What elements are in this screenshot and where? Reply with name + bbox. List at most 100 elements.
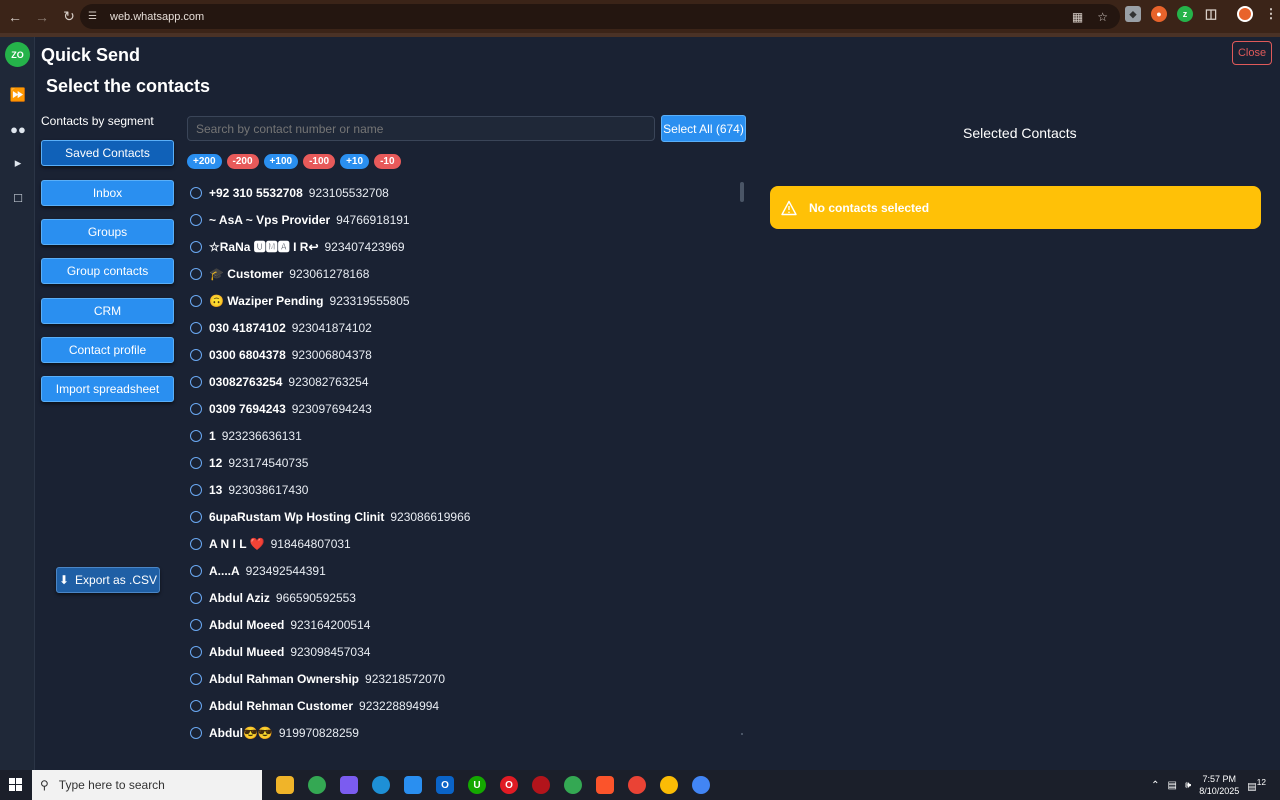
contact-radio[interactable] — [190, 429, 202, 442]
contact-row[interactable]: 1 923236636131 — [187, 422, 747, 449]
browser-menu-icon[interactable]: ⋮ — [1263, 6, 1279, 22]
contact-radio[interactable] — [190, 699, 202, 712]
store-icon[interactable] — [404, 776, 422, 794]
contact-row[interactable]: A N I L ❤️ 918464807031 — [187, 530, 747, 557]
chrome-alt3-icon[interactable] — [692, 776, 710, 794]
list-scrollbar[interactable] — [740, 182, 744, 202]
profile-avatar[interactable] — [1237, 6, 1253, 22]
red-app-icon[interactable] — [532, 776, 550, 794]
saved-contacts-button[interactable]: Saved Contacts — [41, 140, 174, 166]
copilot-icon[interactable] — [340, 776, 358, 794]
contact-row[interactable]: 13 923038617430 — [187, 476, 747, 503]
contact-radio[interactable] — [190, 321, 202, 334]
clock[interactable]: 7:57 PM 8/10/2025 — [1199, 773, 1239, 797]
pill-minus-200[interactable]: -200 — [226, 154, 259, 169]
contact-radio[interactable] — [190, 645, 202, 658]
group-contacts-button[interactable]: Group contacts — [41, 258, 174, 284]
contact-radio[interactable] — [190, 375, 202, 388]
select-all-button[interactable]: Select All (674) — [661, 115, 746, 142]
contact-row[interactable]: 030 41874102 923041874102 — [187, 314, 747, 341]
contact-radio[interactable] — [190, 726, 202, 739]
contact-radio[interactable] — [190, 456, 202, 469]
green-extension-icon[interactable]: z — [1177, 6, 1193, 22]
contact-row[interactable]: 0309 7694243 923097694243 — [187, 395, 747, 422]
contact-row[interactable]: 03082763254 923082763254 — [187, 368, 747, 395]
contact-row[interactable]: +92 310 5532708 923105532708 — [187, 179, 747, 206]
brave-icon[interactable] — [596, 776, 614, 794]
contact-radio[interactable] — [190, 564, 202, 577]
puzzle-extensions-icon[interactable]: ◫ — [1203, 6, 1219, 22]
outlook-icon[interactable]: O — [436, 776, 454, 794]
contact-radio[interactable] — [190, 348, 202, 361]
crm-button[interactable]: CRM — [41, 298, 174, 324]
chevron-up-icon[interactable]: ⌃ — [1151, 780, 1159, 791]
site-settings-icon[interactable]: ☰ — [88, 11, 102, 22]
groups-button[interactable]: Groups — [41, 219, 174, 245]
chrome-profile-icon[interactable] — [564, 776, 582, 794]
shield-extension-icon[interactable]: ◆ — [1125, 6, 1141, 22]
contact-radio[interactable] — [190, 402, 202, 415]
import-spreadsheet-button[interactable]: Import spreadsheet — [41, 376, 174, 402]
contact-radio[interactable] — [190, 483, 202, 496]
windows-start-icon[interactable] — [0, 770, 32, 800]
contact-row[interactable]: ~ AsA ~ Vps Provider 94766918191 — [187, 206, 747, 233]
edge-icon[interactable] — [372, 776, 390, 794]
contact-radio[interactable] — [190, 537, 202, 550]
chrome-icon[interactable] — [308, 776, 326, 794]
close-button[interactable]: Close — [1232, 41, 1272, 65]
contact-row[interactable]: 🙃 Waziper Pending 923319555805 — [187, 287, 747, 314]
reload-icon[interactable]: ↻ — [57, 5, 81, 29]
contact-row[interactable]: 🎓 Customer 923061278168 — [187, 260, 747, 287]
contact-radio[interactable] — [190, 294, 202, 307]
pill-plus-200[interactable]: +200 — [187, 154, 222, 169]
contact-row[interactable]: Abdul Rahman Ownership 923218572070 — [187, 665, 747, 692]
contact-row[interactable]: 6upaRustam Wp Hosting Clinit 923086619966 — [187, 503, 747, 530]
contact-radio[interactable] — [190, 213, 202, 226]
clipboard-icon[interactable]: □ — [8, 187, 28, 207]
pill-minus-100[interactable]: -100 — [303, 154, 336, 169]
inbox-button[interactable]: Inbox — [41, 180, 174, 206]
contact-radio[interactable] — [190, 186, 202, 199]
file-explorer-icon[interactable] — [276, 776, 294, 794]
contact-profile-button[interactable]: Contact profile — [41, 337, 174, 363]
contact-number: 923228894994 — [359, 698, 440, 713]
contact-row[interactable]: Abdul😎😎 919970828259 — [187, 719, 747, 745]
fire-extension-icon[interactable]: ● — [1151, 6, 1167, 22]
network-icon[interactable]: ▤ — [1167, 780, 1176, 791]
users-icon[interactable]: ●● — [8, 119, 28, 139]
back-icon[interactable]: ← — [3, 5, 27, 29]
contact-radio[interactable] — [190, 672, 202, 685]
pill-plus-10[interactable]: +10 — [340, 154, 370, 169]
taskbar-search[interactable]: ⚲ Type here to search — [32, 770, 262, 800]
install-app-icon[interactable]: ▦ — [1072, 10, 1083, 24]
notification-icon[interactable]: ▤12 — [1247, 777, 1266, 792]
contact-name: 🎓 Customer — [209, 266, 284, 281]
contact-row[interactable]: 12 923174540735 — [187, 449, 747, 476]
contact-row[interactable]: ☆RaNa 🆄🅼🅰 I R↩ 923407423969 — [187, 233, 747, 260]
contact-row[interactable]: 0300 6804378 923006804378 — [187, 341, 747, 368]
megaphone-icon[interactable]: ▸ — [8, 153, 28, 173]
bookmark-star-icon[interactable]: ☆ — [1097, 10, 1108, 24]
pill-plus-100[interactable]: +100 — [263, 154, 299, 169]
contact-row[interactable]: Abdul Rehman Customer 923228894994 — [187, 692, 747, 719]
contact-search-input[interactable] — [187, 116, 655, 141]
contact-radio[interactable] — [190, 618, 202, 631]
opera-icon[interactable]: O — [500, 776, 518, 794]
chrome-alt-icon[interactable] — [628, 776, 646, 794]
contact-row[interactable]: Abdul Mueed 923098457034 — [187, 638, 747, 665]
address-bar[interactable]: ☰ web.whatsapp.com ▦ ☆ — [80, 4, 1120, 29]
forward-icon[interactable]: → — [30, 5, 54, 29]
chrome-alt2-icon[interactable] — [660, 776, 678, 794]
contact-radio[interactable] — [190, 591, 202, 604]
contact-radio[interactable] — [190, 510, 202, 523]
export-csv-button[interactable]: ⬇ Export as .CSV — [56, 567, 160, 593]
contact-row[interactable]: Abdul Aziz 966590592553 — [187, 584, 747, 611]
upwork-icon[interactable]: U — [468, 776, 486, 794]
contact-row[interactable]: A....A 923492544391 — [187, 557, 747, 584]
volume-icon[interactable]: 🕪 — [1185, 780, 1191, 791]
contact-radio[interactable] — [190, 267, 202, 280]
contact-row[interactable]: Abdul Moeed 923164200514 — [187, 611, 747, 638]
fast-forward-icon[interactable]: ⏩ — [8, 85, 28, 105]
pill-minus-10[interactable]: -10 — [374, 154, 401, 169]
contact-radio[interactable] — [190, 240, 202, 253]
